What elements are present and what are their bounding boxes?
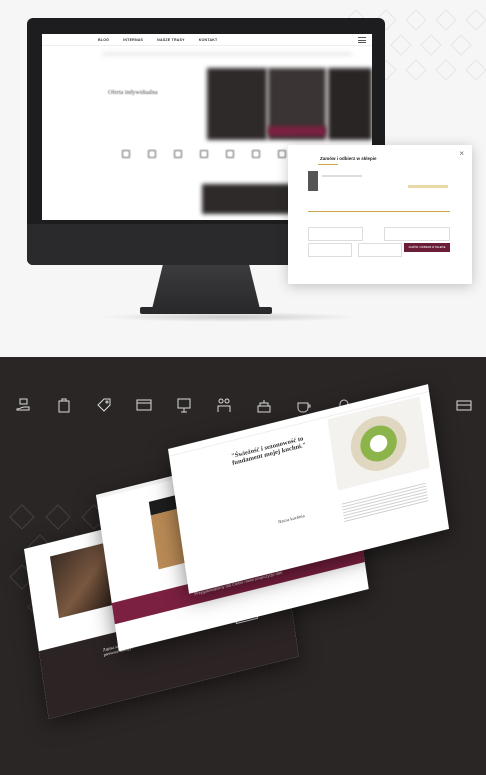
category-icon <box>174 150 182 158</box>
gift-card-icon <box>454 395 474 415</box>
presentation-canvas: BLOG INTERNAS NASZE TRASY KONTAKT Oferta… <box>0 0 486 775</box>
cup-hand-icon <box>14 395 34 415</box>
modal-divider <box>308 211 450 212</box>
hamburger-icon[interactable] <box>358 37 366 43</box>
hero-title: Oferta indywidualna <box>108 90 158 96</box>
imac-shadow <box>100 312 360 322</box>
nav-item-blog[interactable]: BLOG <box>98 38 109 42</box>
order-cta-button[interactable]: ZAMÓW I ODBIERZ W SKLEPIE <box>404 243 450 252</box>
category-icon <box>148 150 156 158</box>
product-thumbnail <box>308 171 318 191</box>
presentation-icon <box>174 395 194 415</box>
name-field[interactable] <box>308 243 352 257</box>
site-navigation: BLOG INTERNAS NASZE TRASY KONTAKT <box>42 34 372 46</box>
coffee-cup-icon <box>294 395 314 415</box>
close-icon[interactable]: × <box>459 149 464 158</box>
nav-item-trasy[interactable]: NASZE TRASY <box>157 38 185 42</box>
imac-stand <box>152 265 260 309</box>
category-icon <box>278 150 286 158</box>
date-field[interactable] <box>384 227 450 241</box>
category-icon <box>122 150 130 158</box>
section-title: Nasza kuchnia <box>277 513 305 525</box>
card-icon <box>134 395 154 415</box>
wine-shelf-image-3 <box>328 68 372 140</box>
order-modal: Zamów i odbierz w sklepie × ZAMÓW I ODBI… <box>288 145 472 284</box>
product-name <box>322 175 362 177</box>
family-icon <box>214 395 234 415</box>
modal-title: Zamów i odbierz w sklepie <box>320 156 377 161</box>
tag-icon <box>94 395 114 415</box>
store-select[interactable] <box>308 227 363 241</box>
category-icon <box>200 150 208 158</box>
nav-item-internas[interactable]: INTERNAS <box>123 38 143 42</box>
wine-shelf-image <box>207 68 267 140</box>
nav-item-kontakt[interactable]: KONTAKT <box>199 38 218 42</box>
product-price <box>408 185 448 188</box>
dark-showcase: Zapisz się do newslettera i skorzystaj z… <box>0 357 486 775</box>
phone-field[interactable] <box>358 243 402 257</box>
modal-title-underline <box>318 164 338 165</box>
subnav-bar <box>102 52 352 56</box>
chef-quote: "Świeżość i sezonowość to fundament moje… <box>230 435 307 467</box>
imac-showcase: BLOG INTERNAS NASZE TRASY KONTAKT Oferta… <box>0 0 486 357</box>
promo-band <box>268 126 326 136</box>
category-icon <box>252 150 260 158</box>
cake-icon <box>254 395 274 415</box>
bag-icon <box>54 395 74 415</box>
category-icon <box>226 150 234 158</box>
section-body-text <box>341 480 429 523</box>
